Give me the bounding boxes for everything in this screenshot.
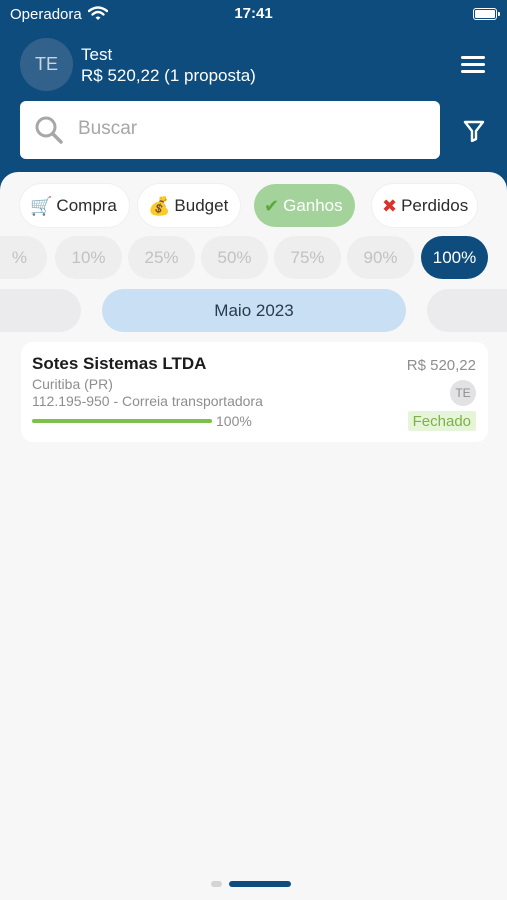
owner-avatar: TE — [450, 380, 476, 406]
deal-card[interactable]: Sotes Sistemas LTDA Curitiba (PR) 112.19… — [21, 342, 488, 442]
chip-compra[interactable]: 🛒 Compra — [20, 184, 129, 227]
search-icon — [35, 116, 63, 144]
cross-icon: ✖ — [382, 195, 398, 216]
deal-amount: R$ 520,22 — [406, 357, 476, 374]
probability-chip[interactable]: 50% — [201, 236, 268, 279]
filter-icon[interactable] — [463, 120, 485, 142]
deal-city: Curitiba (PR) — [32, 376, 113, 392]
deal-address: 112.195-950 - Correia transportadora — [32, 393, 263, 409]
status-badge: Fechado — [407, 411, 476, 431]
chip-label: Compra — [56, 195, 117, 215]
battery-icon — [473, 8, 500, 20]
chip-budget[interactable]: 💰 Budget — [138, 184, 241, 227]
probability-chip[interactable]: % — [0, 236, 47, 279]
page-dot-active — [229, 881, 291, 887]
month-pill-next[interactable] — [427, 289, 507, 332]
page-dot — [211, 881, 222, 887]
check-icon: ✔ — [264, 195, 280, 216]
search-input[interactable] — [78, 111, 418, 147]
chip-label: Ganhos — [283, 195, 343, 215]
app-header: Operadora 17:41 TE Test R$ 520,22 (1 pro… — [0, 0, 507, 200]
probability-chip-selected[interactable]: 100% — [421, 236, 488, 279]
chip-ganhos[interactable]: ✔ Ganhos — [254, 184, 355, 227]
chip-label: Perdidos — [401, 195, 469, 215]
chip-perdidos[interactable]: ✖ Perdidos — [372, 184, 478, 227]
probability-chip[interactable]: 75% — [274, 236, 341, 279]
user-name: Test — [81, 45, 113, 64]
deal-company: Sotes Sistemas LTDA — [32, 354, 207, 373]
hamburger-menu-icon[interactable] — [461, 56, 486, 76]
clock: 17:41 — [234, 5, 273, 22]
probability-filter-row[interactable]: % 10% 25% 50% 75% 90% 100% — [0, 236, 507, 281]
status-bar: Operadora 17:41 — [0, 0, 507, 30]
chip-label: Budget — [174, 195, 229, 215]
user-summary: R$ 520,22 (1 proposta) — [81, 66, 256, 85]
cart-icon: 🛒 — [30, 195, 53, 216]
month-pill-current[interactable]: Maio 2023 — [102, 289, 406, 332]
deal-progress-fill — [32, 419, 212, 423]
month-selector[interactable]: Maio 2023 — [0, 289, 507, 333]
content-sheet — [0, 172, 507, 900]
avatar[interactable]: TE — [20, 38, 73, 91]
probability-chip[interactable]: 25% — [128, 236, 195, 279]
probability-chip[interactable]: 10% — [55, 236, 122, 279]
probability-chip[interactable]: 90% — [347, 236, 414, 279]
deal-progress-bar — [32, 419, 212, 423]
money-bag-icon: 💰 — [148, 195, 171, 216]
search-box[interactable] — [20, 101, 440, 159]
deal-progress-label: 100% — [216, 413, 252, 429]
month-pill-previous[interactable] — [0, 289, 81, 332]
